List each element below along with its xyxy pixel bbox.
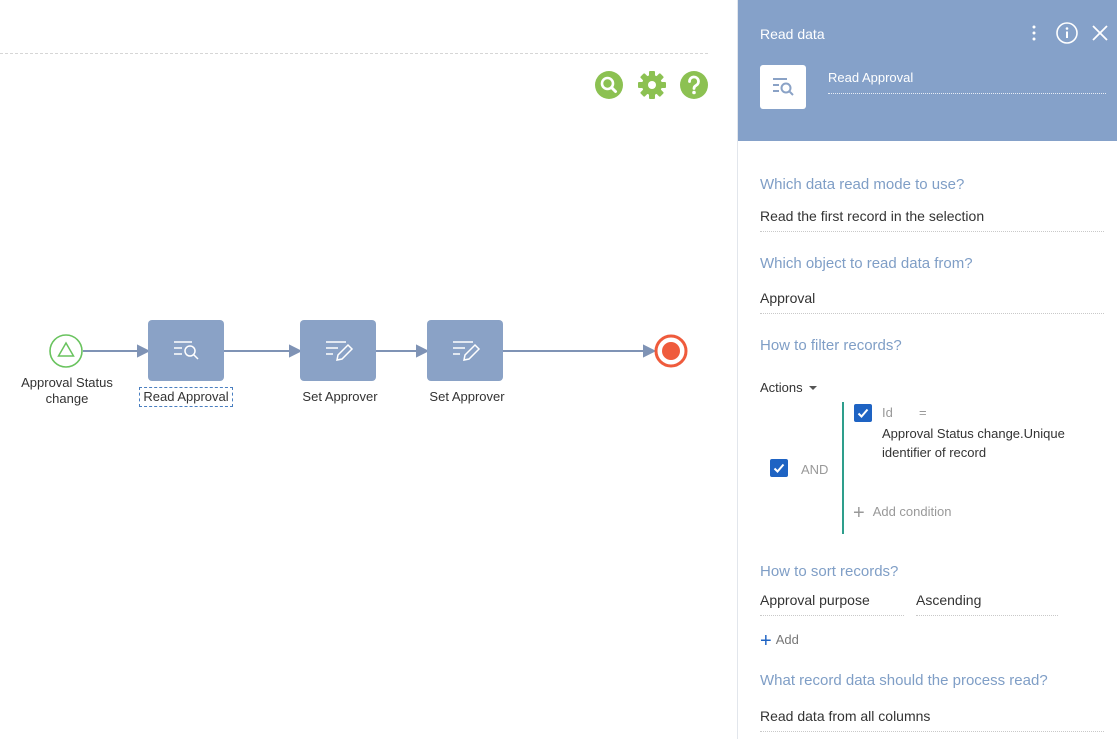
start-event-label: Approval Status change: [21, 375, 113, 406]
condition-value[interactable]: Approval Status change.Unique identifier…: [882, 424, 1072, 462]
flow-arrow-head: [416, 344, 430, 358]
set-approver-label-2: Set Approver: [429, 389, 505, 404]
check-icon: [857, 408, 869, 418]
flow-arrow-head: [289, 344, 303, 358]
read-approval-task[interactable]: [148, 320, 224, 381]
plus-icon: +: [853, 502, 865, 524]
start-event[interactable]: [49, 334, 83, 368]
edit-data-icon: [326, 341, 354, 361]
plus-icon: +: [760, 630, 772, 652]
sort-title: How to sort records?: [760, 563, 899, 580]
element-properties-panel: Read data Read Approval Which data read …: [737, 0, 1117, 739]
more-vertical-icon: [1032, 25, 1036, 41]
set-approver-task-1[interactable]: [300, 320, 376, 381]
check-icon: [773, 463, 785, 473]
filter-group-checkbox[interactable]: [770, 459, 788, 477]
edit-data-icon: [453, 341, 481, 361]
panel-title: Read data: [760, 26, 825, 42]
read-mode-title: Which data read mode to use?: [760, 176, 965, 193]
flow-arrow-head: [137, 344, 151, 358]
read-data-icon: [773, 78, 794, 96]
filter-group-operator[interactable]: AND: [801, 462, 828, 477]
chevron-down-icon: [808, 386, 817, 390]
close-button[interactable]: [1090, 22, 1110, 49]
more-options-button[interactable]: [1026, 22, 1042, 49]
sort-direction-select[interactable]: Ascending: [916, 592, 1058, 616]
panel-header: Read data Read Approval: [738, 0, 1117, 141]
columns-mode-select[interactable]: Read data from all columns: [760, 708, 1104, 732]
sort-column-select[interactable]: Approval purpose: [760, 592, 904, 616]
filter-group-bar: [842, 402, 844, 534]
condition-column[interactable]: Id: [882, 405, 893, 420]
read-data-icon: [174, 341, 199, 360]
element-type-icon: [760, 65, 806, 109]
columns-title: What record data should the process read…: [760, 672, 1048, 689]
flow-arrow-head: [643, 344, 657, 358]
add-condition-button[interactable]: + Add condition: [853, 502, 951, 525]
filter-actions-menu[interactable]: Actions: [760, 380, 817, 395]
end-event[interactable]: [654, 334, 688, 368]
read-mode-select[interactable]: Read the first record in the selection: [760, 208, 1104, 232]
filter-title: How to filter records?: [760, 337, 902, 354]
object-lookup[interactable]: Approval: [760, 290, 1104, 314]
info-icon: [1056, 22, 1078, 44]
add-condition-label: Add condition: [872, 504, 952, 519]
set-approver-label-1: Set Approver: [302, 389, 378, 404]
close-icon: [1092, 25, 1108, 41]
add-sort-button[interactable]: + Add: [760, 630, 799, 653]
filter-actions-label: Actions: [760, 380, 803, 395]
add-sort-label: Add: [775, 632, 799, 647]
condition-checkbox[interactable]: [854, 404, 872, 422]
object-title: Which object to read data from?: [760, 255, 973, 272]
read-approval-label: Read Approval: [139, 387, 233, 407]
condition-operator[interactable]: =: [919, 405, 927, 420]
info-button[interactable]: [1055, 22, 1079, 51]
element-name-input[interactable]: Read Approval: [828, 70, 1106, 94]
process-canvas[interactable]: Approval Status change Read Approval Set…: [0, 0, 737, 739]
set-approver-task-2[interactable]: [427, 320, 503, 381]
